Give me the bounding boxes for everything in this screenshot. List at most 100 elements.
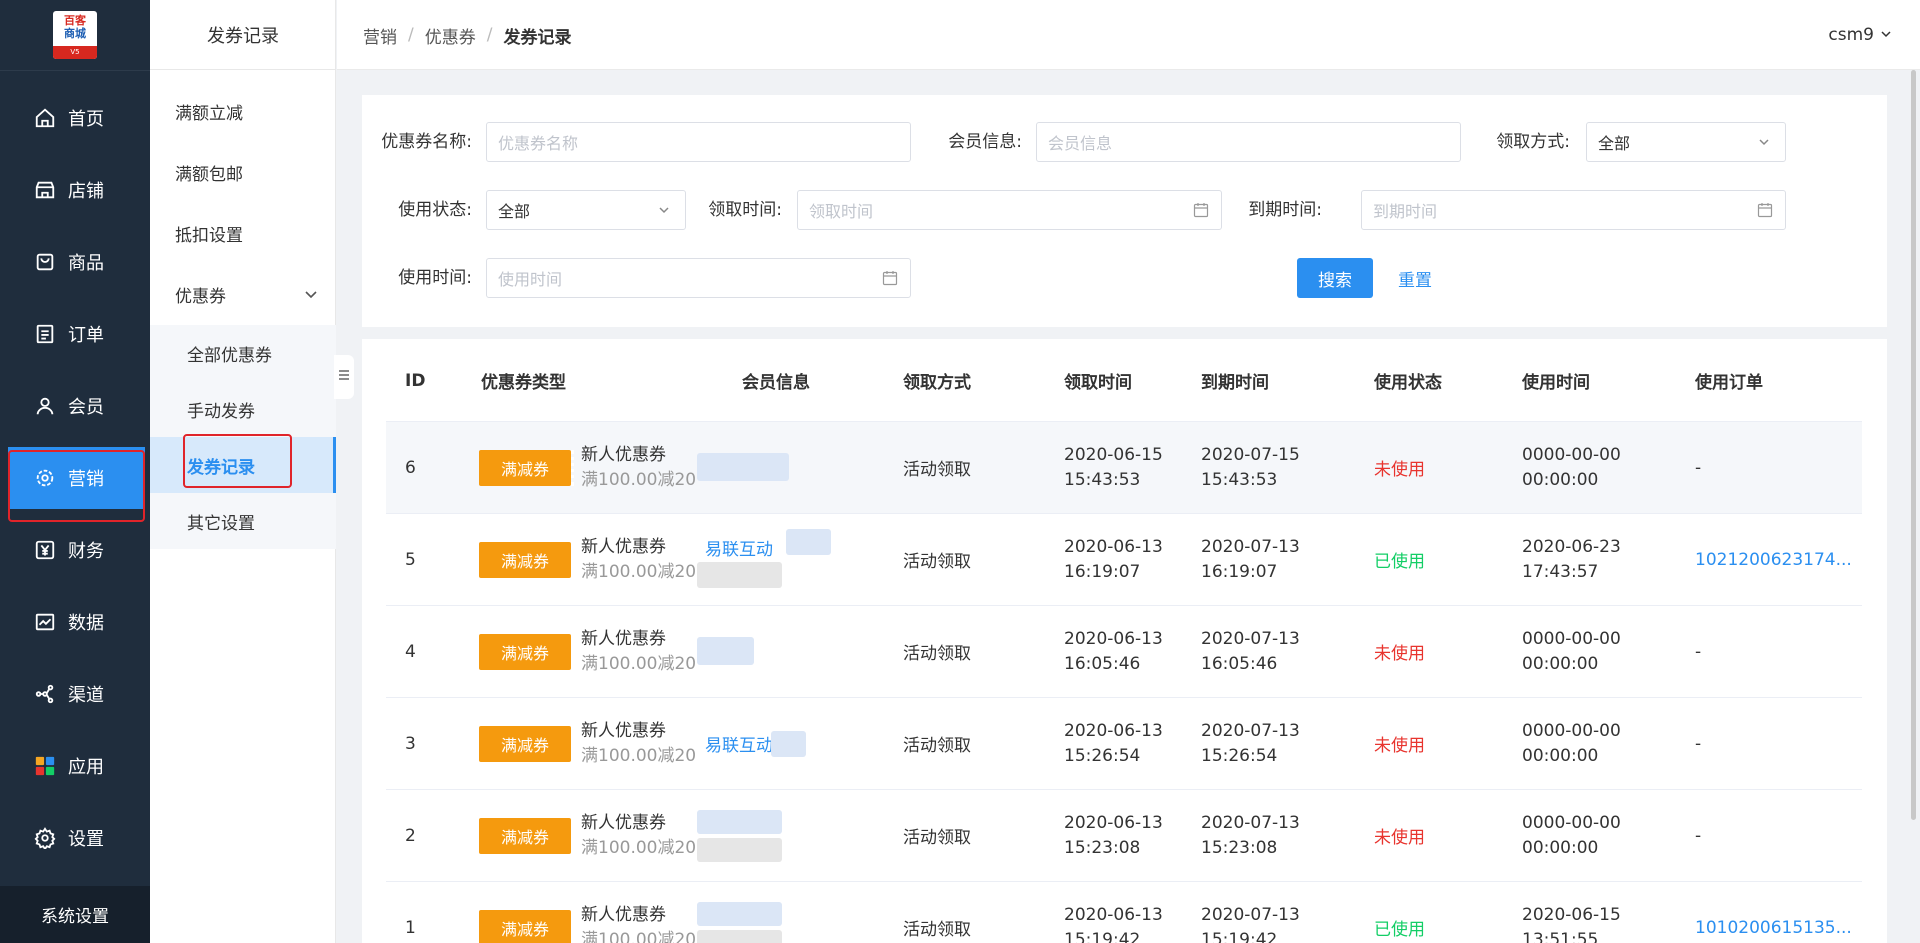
chevron-down-icon <box>1757 134 1773 150</box>
coupon-type-tag: 满减券 <box>479 910 574 943</box>
receive-method-select[interactable]: 全部 <box>1586 122 1786 162</box>
placeholder: 优惠券名称 <box>498 134 579 153</box>
nav-goods[interactable]: 商品 <box>8 231 145 293</box>
coupon-desc: 满100.00减20 <box>581 562 697 582</box>
placeholder: 使用时间 <box>498 270 563 289</box>
sub-child-manual-issue[interactable]: 手动发券 <box>150 381 336 437</box>
main-sidebar: 百客 商城 V5 首页 店铺 商品 订单 会员 营销 财务 数据 渠道 应用 设… <box>0 0 150 943</box>
member-info-input[interactable]: 会员信息 <box>1036 122 1461 162</box>
coupon-desc: 满100.00减20 <box>581 930 697 943</box>
nav-label: 应用 <box>68 757 104 778</box>
coupon-desc: 满100.00减20 <box>581 746 697 766</box>
blurred-member-info <box>697 637 754 665</box>
table-row[interactable]: 6 满减券 新人优惠券 满100.00减20 活动领取 2020-06-15 15:… <box>386 422 1862 514</box>
coupon-type-tag: 满减券 <box>479 726 574 762</box>
sub-child-other-settings[interactable]: 其它设置 <box>150 493 336 549</box>
cell-id: 6 <box>405 457 416 478</box>
sub-child-all-coupons[interactable]: 全部优惠券 <box>150 325 336 381</box>
bag-icon <box>32 249 58 275</box>
blurred-member-info <box>697 902 782 926</box>
status-badge: 未使用 <box>1374 644 1425 664</box>
table-row[interactable]: 2 满减券 新人优惠券 满100.00减20 活动领取 2020-06-13 15:… <box>386 790 1862 882</box>
member-link[interactable]: 易联互动 <box>705 535 773 560</box>
app-logo[interactable]: 百客 商城 V5 <box>53 11 97 59</box>
col-header-member: 会员信息 <box>742 373 810 393</box>
blurred-member-info <box>697 838 782 862</box>
cell-order: - <box>1695 733 1702 754</box>
nav-members[interactable]: 会员 <box>8 375 145 437</box>
blurred-member-info <box>697 453 789 481</box>
home-icon <box>32 105 58 131</box>
reset-button[interactable]: 重置 <box>1398 258 1432 298</box>
page-scrollbar[interactable] <box>1911 70 1916 820</box>
nav-orders[interactable]: 订单 <box>8 303 145 365</box>
nav-channels[interactable]: 渠道 <box>8 663 145 725</box>
nav-settings[interactable]: 设置 <box>8 807 145 869</box>
table-row[interactable]: 3 满减券 新人优惠券 满100.00减20 易联互动 活动领取 2020-06-… <box>386 698 1862 790</box>
table-row[interactable]: 5 满减券 新人优惠券 满100.00减20 易联互动 活动领取 2020-06-… <box>386 514 1862 606</box>
cell-id: 2 <box>405 825 416 846</box>
use-time-picker[interactable]: 使用时间 <box>486 258 911 298</box>
cell-use-time: 0000-00-00 00:00:00 <box>1522 812 1621 858</box>
table-row[interactable]: 1 满减券 新人优惠券 满100.00减20 活动领取 2020-06-13 15:… <box>386 882 1862 943</box>
menu-icon <box>338 369 350 385</box>
nav-apps[interactable]: 应用 <box>8 735 145 797</box>
coupon-name-label: 优惠券名称: <box>381 132 472 152</box>
highlight-box-marketing <box>8 450 145 522</box>
chart-icon <box>32 609 58 635</box>
apps-icon <box>32 753 58 779</box>
table-row[interactable]: 4 满减券 新人优惠券 满100.00减20 活动领取 2020-06-13 16:… <box>386 606 1862 698</box>
nav-data[interactable]: 数据 <box>8 591 145 653</box>
order-link[interactable]: 1021200623174... <box>1695 514 1852 605</box>
cell-id: 4 <box>405 641 416 662</box>
placeholder: 到期时间 <box>1373 202 1438 221</box>
order-link[interactable]: 1010200615135... <box>1695 882 1852 943</box>
system-settings-button[interactable]: 系统设置 <box>0 886 150 943</box>
member-link[interactable]: 易联互动 <box>705 731 773 756</box>
sub-item-deduction[interactable]: 抵扣设置 <box>150 208 336 258</box>
settings-icon <box>32 825 58 851</box>
cell-expire-time: 2020-07-15 15:43:53 <box>1201 444 1300 490</box>
highlight-box-records <box>183 434 292 488</box>
blurred-member-info <box>697 930 782 943</box>
receive-time-picker[interactable]: 领取时间 <box>797 190 1222 230</box>
search-button[interactable]: 搜索 <box>1297 258 1373 298</box>
nav-home[interactable]: 首页 <box>8 87 145 149</box>
coupon-name-input[interactable]: 优惠券名称 <box>486 122 911 162</box>
sub-item-free-shipping[interactable]: 满额包邮 <box>150 147 336 197</box>
cell-receive-time: 2020-06-13 15:19:42 <box>1064 904 1163 943</box>
chevron-down-icon <box>657 202 673 218</box>
sub-item-coupons[interactable]: 优惠券 <box>150 269 336 319</box>
nav-store[interactable]: 店铺 <box>8 159 145 221</box>
select-value: 全部 <box>498 202 531 221</box>
cell-use-time: 0000-00-00 00:00:00 <box>1522 720 1621 766</box>
nav-finance[interactable]: 财务 <box>8 519 145 581</box>
cell-order: - <box>1695 641 1702 662</box>
user-icon <box>32 393 58 419</box>
nav-label: 会员 <box>68 397 104 418</box>
breadcrumb-item[interactable]: 营销 <box>363 23 397 48</box>
collapse-sidebar-toggle[interactable] <box>334 355 354 399</box>
breadcrumb-item[interactable]: 优惠券 <box>425 23 476 48</box>
coupon-name: 新人优惠券 <box>581 813 666 833</box>
filter-panel: 优惠券名称: 优惠券名称 会员信息: 会员信息 领取方式: 全部 使用状态: 全… <box>362 95 1887 327</box>
user-menu[interactable]: csm9 <box>1828 0 1892 70</box>
status-badge: 已使用 <box>1374 920 1425 940</box>
chevron-down-icon <box>304 286 318 306</box>
cell-use-time: 0000-00-00 00:00:00 <box>1522 444 1621 490</box>
cell-method: 活动领取 <box>903 920 971 940</box>
sub-item-full-reduction[interactable]: 满额立减 <box>150 86 336 136</box>
use-status-select[interactable]: 全部 <box>486 190 686 230</box>
order-icon <box>32 321 58 347</box>
expire-time-picker[interactable]: 到期时间 <box>1361 190 1786 230</box>
cell-expire-time: 2020-07-13 16:05:46 <box>1201 628 1300 674</box>
nav-label: 订单 <box>68 325 104 346</box>
expire-time-label: 到期时间: <box>1248 200 1322 220</box>
cell-use-time: 2020-06-23 17:43:57 <box>1522 536 1621 582</box>
cell-expire-time: 2020-07-13 15:26:54 <box>1201 720 1300 766</box>
member-info-label: 会员信息: <box>948 132 1022 152</box>
col-header-expire-time: 到期时间 <box>1201 373 1269 393</box>
coupon-name: 新人优惠券 <box>581 445 666 465</box>
blurred-member-info <box>697 810 782 834</box>
coupon-type-tag: 满减券 <box>479 450 574 486</box>
